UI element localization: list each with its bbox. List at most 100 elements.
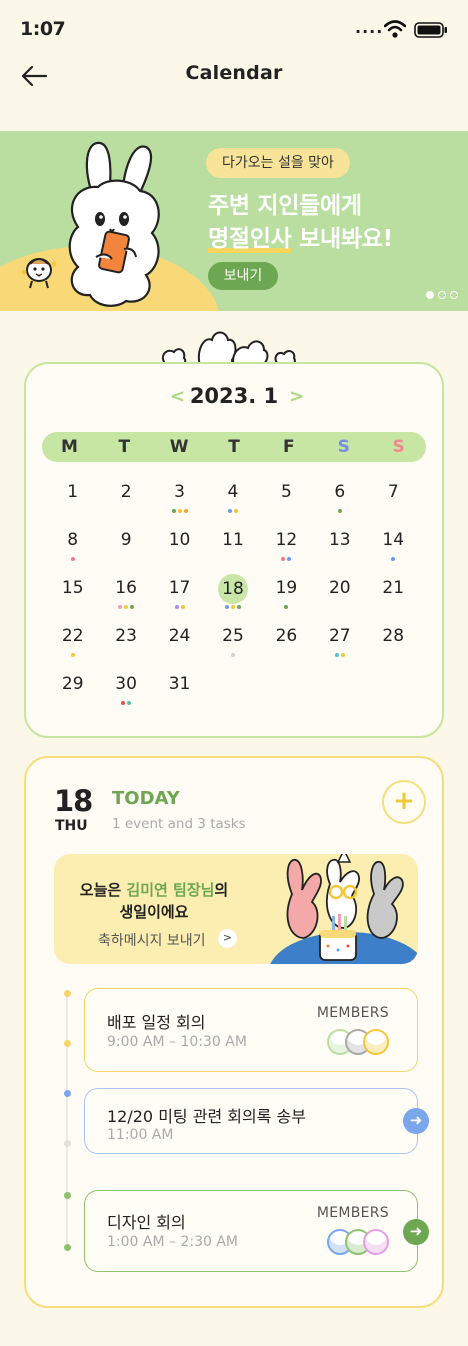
calendar-day[interactable]: 31 [153, 670, 206, 718]
event-dots [99, 605, 152, 609]
member-avatars[interactable] [327, 1029, 389, 1055]
calendar-day[interactable]: 8 [46, 526, 99, 574]
today-day-number: 18 [217, 574, 248, 604]
event-card[interactable]: 배포 일정 회의 9:00 AM – 10:30 AM MEMBERS [84, 988, 418, 1072]
birthday-card[interactable]: 오늘은 김미연 팀장님의 생일이에요 축하메시지 보내기 > [54, 854, 418, 964]
calendar-day[interactable]: 30 [99, 670, 152, 718]
calendar-empty-cell [260, 670, 313, 718]
day-number: 25 [222, 626, 244, 646]
calendar-day[interactable]: 5 [260, 478, 313, 526]
member-avatar[interactable] [363, 1029, 389, 1055]
calendar-day[interactable]: 7 [367, 478, 420, 526]
chevron-right-icon[interactable]: > [218, 929, 237, 948]
add-event-button[interactable]: + [382, 780, 426, 824]
promo-banner[interactable]: 다가오는 설을 맞아 주변 지인들에게 명절인사 보내봐요! 보내기 [0, 131, 468, 311]
selected-day-number: 18 [54, 784, 93, 818]
calendar-day[interactable]: 27 [313, 622, 366, 670]
calendar-day[interactable]: 13 [313, 526, 366, 574]
calendar-day[interactable]: 26 [260, 622, 313, 670]
banner-page-indicator[interactable] [426, 291, 458, 299]
event-dots [367, 557, 420, 561]
calendar-week: 22 23 24 25 26 27 28 [46, 622, 420, 670]
event-dot [121, 701, 126, 705]
day-number: 29 [61, 674, 84, 694]
calendar-day[interactable]: 11 [206, 526, 259, 574]
birthday-line-1: 오늘은 김미연 팀장님의 [54, 879, 254, 900]
event-dot [177, 509, 182, 513]
calendar-empty-cell [313, 670, 366, 718]
calendar-day[interactable]: 4 [206, 478, 259, 526]
event-card[interactable]: 12/20 미팅 관련 회의록 송부 11:00 AM ➜ [84, 1088, 429, 1154]
calendar-day[interactable]: 16 [99, 574, 152, 622]
calendar-day[interactable]: 21 [367, 574, 420, 622]
calendar-week: 29 30 31 [46, 670, 420, 718]
calendar-day[interactable]: 1 [46, 478, 99, 526]
page-dot[interactable] [450, 291, 458, 299]
banner-highlight: 명절인사 [208, 226, 292, 252]
banner-send-button[interactable]: 보내기 [208, 262, 278, 290]
next-month-button[interactable]: > [289, 386, 304, 407]
calendar-day[interactable]: 3 [153, 478, 206, 526]
weekday-label: W [169, 437, 189, 457]
calendar-day[interactable]: 20 [313, 574, 366, 622]
event-title: 12/20 미팅 관련 회의록 송부 [107, 1107, 306, 1126]
weekday-label: T [118, 437, 131, 457]
event-card[interactable]: 디자인 회의 1:00 AM – 2:30 AM MEMBERS ➜ [84, 1190, 429, 1272]
event-dots [206, 509, 259, 513]
event-dot [124, 605, 129, 609]
event-dots [206, 605, 259, 609]
calendar-day[interactable]: 12 [260, 526, 313, 574]
day-number: 30 [115, 674, 137, 694]
calendar-day[interactable]: 2 [99, 478, 152, 526]
calendar-day[interactable]: 28 [367, 622, 420, 670]
calendar-day[interactable]: 14 [367, 526, 420, 574]
arrow-right-icon[interactable]: ➜ [403, 1108, 429, 1134]
page-dot[interactable] [438, 291, 446, 299]
calendar-day[interactable]: 18 [206, 574, 259, 622]
day-number: 6 [334, 482, 346, 502]
event-dot [281, 557, 286, 561]
page-dot-active[interactable] [426, 291, 434, 299]
timeline-dot [64, 1090, 71, 1097]
calendar-day[interactable]: 19 [260, 574, 313, 622]
calendar-day[interactable]: 15 [46, 574, 99, 622]
battery-icon [414, 22, 447, 38]
weekday-header: MTWTFSS [42, 432, 426, 462]
calendar-day[interactable]: 24 [153, 622, 206, 670]
calendar-day[interactable]: 17 [153, 574, 206, 622]
event-time: 11:00 AM [107, 1127, 174, 1143]
calendar-day[interactable]: 22 [46, 622, 99, 670]
timeline-dot [64, 1244, 71, 1251]
day-number: 7 [387, 482, 399, 502]
event-dot [284, 605, 289, 609]
birthday-person-name: 김미연 팀장님 [126, 881, 215, 899]
send-congrats-link[interactable]: 축하메시지 보내기 [98, 930, 206, 950]
event-dots [46, 557, 99, 561]
calendar-day[interactable]: 25 [206, 622, 259, 670]
event-dots [153, 509, 206, 513]
event-title: 디자인 회의 [107, 1213, 186, 1232]
event-dots [46, 653, 99, 657]
calendar-day[interactable]: 6 [313, 478, 366, 526]
weekday-label: S [392, 437, 405, 457]
calendar-day[interactable]: 10 [153, 526, 206, 574]
day-number: 4 [227, 482, 239, 502]
calendar-week: 1 2 3 4 5 6 7 [46, 478, 420, 526]
member-avatars[interactable] [327, 1229, 389, 1255]
event-dot [118, 605, 123, 609]
day-number: 5 [280, 482, 292, 502]
day-number: 15 [61, 578, 84, 598]
calendar-day[interactable]: 9 [99, 526, 152, 574]
day-number: 13 [328, 530, 351, 550]
member-avatar[interactable] [363, 1229, 389, 1255]
today-summary: 1 event and 3 tasks [112, 816, 246, 832]
timeline-dot [64, 990, 71, 997]
calendar-card: < 2023. 1 > MTWTFSS 1 2 3 4 5 6 7 8 9 10 11 12 13 14 1… [24, 362, 444, 738]
calendar-empty-cell [367, 670, 420, 718]
calendar-day[interactable]: 29 [46, 670, 99, 718]
calendar-day[interactable]: 23 [99, 622, 152, 670]
event-dot [227, 509, 232, 513]
event-time: 9:00 AM – 10:30 AM [107, 1034, 247, 1050]
arrow-right-icon[interactable]: ➜ [403, 1219, 429, 1245]
event-dot [334, 653, 339, 657]
